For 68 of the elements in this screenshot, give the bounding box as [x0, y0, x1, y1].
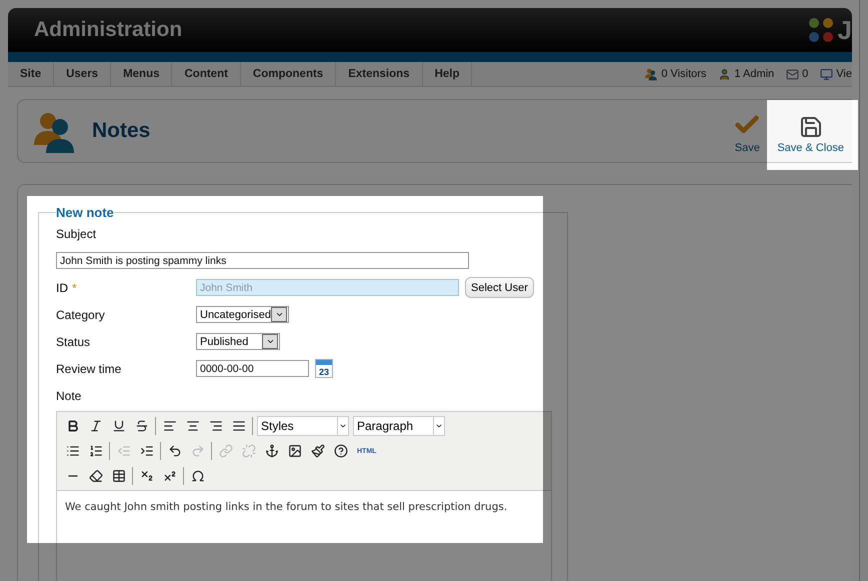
field-label: Review time — [56, 362, 122, 376]
scrollbar[interactable] — [859, 0, 868, 581]
eraser-icon — [88, 469, 102, 483]
menu-item[interactable]: Site — [8, 62, 54, 86]
monitor-icon — [820, 68, 834, 80]
align-center-icon — [186, 419, 200, 433]
calendar-button[interactable]: 23 — [315, 359, 333, 378]
field-label: Subject — [56, 226, 98, 240]
strikethrough-icon — [134, 419, 148, 433]
align-left-icon — [162, 419, 176, 433]
caret-icon — [274, 310, 284, 319]
bullet-list-icon — [66, 444, 80, 458]
users-icon — [644, 67, 658, 81]
undo-icon — [168, 444, 182, 458]
table-icon — [112, 469, 126, 483]
required-mark: * — [72, 280, 77, 294]
save-icon — [798, 115, 823, 139]
image-icon — [288, 444, 302, 458]
field-label: Status — [56, 334, 92, 348]
category-select[interactable]: Uncategorised — [196, 306, 289, 323]
subscript-icon — [140, 469, 154, 483]
underline-icon — [112, 419, 126, 433]
subject-field[interactable]: John Smith is posting spammy links — [56, 252, 469, 269]
italic-icon — [88, 419, 102, 433]
redo-icon — [190, 444, 204, 458]
date-field[interactable]: 0000-00-00 — [196, 360, 309, 377]
page-title: Notes — [92, 119, 150, 143]
outdent-icon — [116, 444, 130, 458]
fieldset-legend: New note — [56, 205, 114, 220]
caret-icon — [339, 422, 347, 430]
menu-item[interactable]: Menus — [111, 62, 172, 86]
menu-item[interactable]: Users — [54, 62, 112, 86]
toolbar-button[interactable]: Save & Close — [769, 100, 852, 162]
caret-icon — [435, 422, 443, 430]
menu-item[interactable]: Content — [172, 62, 241, 86]
caret-icon — [266, 337, 274, 346]
anchor-icon — [264, 444, 278, 458]
field-label: Note — [56, 388, 82, 402]
help-icon — [334, 444, 348, 458]
field-label: Category — [56, 308, 106, 322]
status-text: 0 — [802, 68, 808, 80]
menu-item[interactable]: Help — [422, 62, 472, 86]
link-icon — [218, 444, 232, 458]
numbered-list-icon — [88, 444, 102, 458]
menu-item[interactable]: Extensions — [336, 62, 423, 86]
header-title: Administration — [34, 18, 182, 42]
superscript-icon — [162, 469, 176, 483]
brush-icon — [310, 444, 324, 458]
toolbar-button[interactable]: Save — [725, 100, 770, 162]
user-icon — [718, 68, 732, 80]
status-text: 1 Admin — [734, 68, 774, 80]
justify-icon — [232, 419, 246, 433]
status-text: Vie — [836, 68, 852, 80]
select-user-button[interactable]: Select User — [465, 277, 534, 298]
field-label: ID — [56, 280, 68, 294]
mail-icon — [786, 68, 800, 80]
menu-item[interactable]: Components — [240, 62, 336, 86]
unlink-icon — [242, 444, 256, 458]
editor-select[interactable]: Paragraph — [353, 416, 445, 436]
editor-select[interactable]: Styles — [257, 416, 349, 436]
indent-icon — [140, 444, 154, 458]
omega-icon — [190, 469, 204, 483]
bold-icon — [66, 419, 80, 433]
logo-text: J — [838, 14, 852, 46]
note-text: We caught John smith posting links in the forum to sites that sell prescription drugs. — [65, 501, 508, 513]
status-select[interactable]: Published — [196, 333, 280, 350]
align-right-icon — [208, 419, 222, 433]
status-text: 0 Visitors — [661, 68, 706, 80]
